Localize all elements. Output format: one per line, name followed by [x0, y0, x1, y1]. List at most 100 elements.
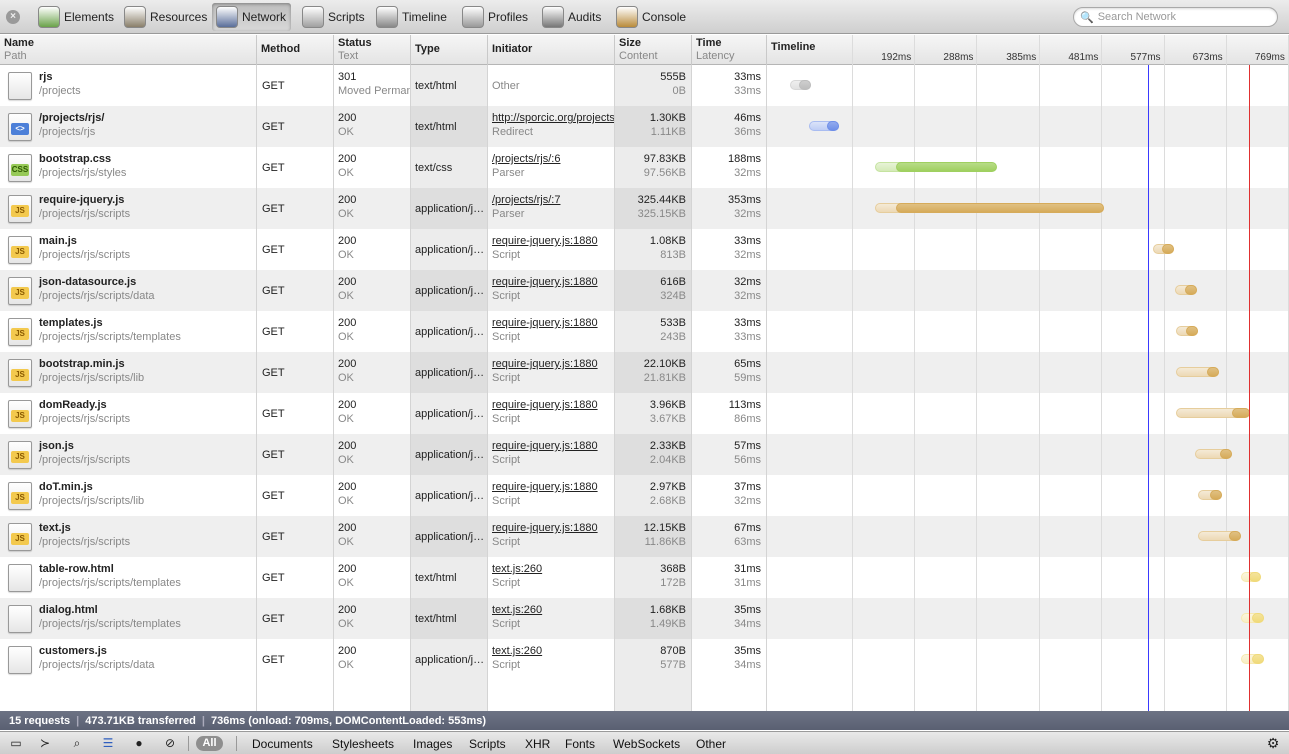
filter-all-button[interactable]: All: [196, 736, 223, 751]
initiator-link[interactable]: require-jquery.js:1880: [488, 516, 614, 535]
request-row[interactable]: JS domReady.js/projects/rjs/scripts GET 200…: [0, 393, 1289, 434]
cell-name: JS text.js/projects/rjs/scripts: [0, 516, 257, 557]
initiator-link[interactable]: /projects/rjs/:6: [488, 147, 614, 166]
tab-console[interactable]: Console: [612, 3, 691, 31]
status-text: OK: [338, 208, 354, 220]
column-header-timeline[interactable]: Timeline: [767, 35, 1289, 65]
status-text: OK: [338, 167, 354, 179]
request-row[interactable]: CSS bootstrap.css/projects/rjs/styles GET 2…: [0, 147, 1289, 188]
initiator-link[interactable]: require-jquery.js:1880: [488, 393, 614, 412]
request-row[interactable]: JS json-datasource.js/projects/rjs/script…: [0, 270, 1289, 311]
cell-size: 870B 577B: [615, 639, 692, 680]
clear-icon[interactable]: ⊘: [162, 736, 178, 751]
tab-audits[interactable]: Audits: [538, 3, 606, 31]
cell-status: 200 OK: [334, 311, 411, 352]
request-path: /projects/rjs/scripts/templates: [39, 331, 181, 343]
column-header-initiator[interactable]: Initiator: [488, 35, 615, 65]
initiator-link[interactable]: text.js:260: [488, 557, 614, 576]
request-row[interactable]: JS require-jquery.js/projects/rjs/scripts…: [0, 188, 1289, 229]
filter-documents[interactable]: Documents: [252, 735, 313, 752]
status-code: 200: [338, 235, 357, 247]
request-row[interactable]: JS templates.js/projects/rjs/scripts/temp…: [0, 311, 1289, 352]
column-header-type[interactable]: Type: [411, 35, 488, 65]
mime-type: application/javascript: [415, 367, 485, 379]
initiator-link[interactable]: /projects/rjs/:7: [488, 188, 614, 207]
request-name: /projects/rjs/: [39, 112, 105, 124]
request-row[interactable]: JS doT.min.js/projects/rjs/scripts/lib GET…: [0, 475, 1289, 516]
search-input[interactable]: [1097, 11, 1268, 23]
tab-timeline[interactable]: Timeline: [372, 3, 452, 31]
console-drawer-icon[interactable]: ≻: [37, 736, 53, 751]
search-box[interactable]: 🔍: [1073, 7, 1278, 27]
record-icon[interactable]: ●: [131, 736, 147, 751]
initiator-link[interactable]: require-jquery.js:1880: [488, 229, 614, 248]
content-size: 324B: [660, 290, 686, 302]
tab-scripts[interactable]: Scripts: [298, 3, 370, 31]
filter-fonts[interactable]: Fonts: [565, 735, 595, 752]
tab-label: Console: [642, 10, 687, 24]
request-row[interactable]: table-row.html/projects/rjs/scripts/temp…: [0, 557, 1289, 598]
request-row[interactable]: JS bootstrap.min.js/projects/rjs/scripts/…: [0, 352, 1289, 393]
mime-type: text/html: [415, 613, 457, 625]
cell-initiator: /projects/rjs/:6 Parser: [488, 147, 615, 188]
column-content-label: Content: [619, 50, 658, 62]
initiator-link[interactable]: require-jquery.js:1880: [488, 270, 614, 289]
status-code: 200: [338, 440, 357, 452]
request-row[interactable]: <> /projects/rjs/ /projects/rjs GET 200 OK tex…: [0, 106, 1289, 147]
mime-type: application/javascript: [415, 203, 485, 215]
initiator-link[interactable]: http://sporcic.org/projects/: [488, 106, 614, 125]
column-filler: [257, 680, 334, 711]
request-path: /projects/rjs/scripts: [39, 208, 131, 220]
status-text: Moved Permanently: [338, 85, 410, 97]
filter-stylesheets[interactable]: Stylesheets: [332, 735, 394, 752]
cell-method: GET: [257, 434, 334, 475]
cell-timeline: [767, 352, 1289, 393]
column-header-status[interactable]: Status Text: [334, 35, 411, 65]
initiator-link[interactable]: require-jquery.js:1880: [488, 434, 614, 453]
filter-xhr[interactable]: XHR: [525, 735, 550, 752]
cell-type: text/html: [411, 598, 488, 639]
mime-type: application/javascript: [415, 654, 485, 666]
initiator-link[interactable]: require-jquery.js:1880: [488, 475, 614, 494]
request-method: GET: [262, 490, 285, 502]
column-header-time[interactable]: Time Latency: [692, 35, 767, 65]
column-header-size[interactable]: Size Content: [615, 35, 692, 65]
file-icon: [8, 646, 32, 674]
js-file-icon: JS: [8, 482, 32, 510]
request-path: /projects: [39, 85, 81, 97]
total-time: 113ms: [728, 399, 761, 411]
filter-websockets[interactable]: WebSockets: [613, 735, 680, 752]
initiator-link[interactable]: text.js:260: [488, 639, 614, 658]
list-view-icon[interactable]: ☰: [100, 736, 116, 751]
elements-icon: [38, 6, 60, 28]
column-header-name[interactable]: Name Path: [0, 35, 257, 65]
request-path: /projects/rjs/scripts/lib: [39, 372, 145, 384]
search-icon[interactable]: ⌕: [69, 736, 85, 751]
dock-icon[interactable]: ▭: [8, 736, 24, 751]
gear-icon[interactable]: ⚙: [1265, 736, 1281, 751]
cell-status: 200 OK: [334, 557, 411, 598]
tab-profiles[interactable]: Profiles: [458, 3, 533, 31]
cell-size: 368B 172B: [615, 557, 692, 598]
request-row[interactable]: JS json.js/projects/rjs/scripts GET 200 OK ap…: [0, 434, 1289, 475]
request-row[interactable]: customers.js/projects/rjs/scripts/data GE…: [0, 639, 1289, 680]
initiator-link[interactable]: require-jquery.js:1880: [488, 311, 614, 330]
js-file-icon: JS: [8, 318, 32, 346]
initiator-link[interactable]: require-jquery.js:1880: [488, 352, 614, 371]
close-icon[interactable]: ×: [6, 10, 20, 24]
request-row[interactable]: JS main.js/projects/rjs/scripts GET 200 OK ap…: [0, 229, 1289, 270]
initiator-link[interactable]: text.js:260: [488, 598, 614, 617]
filter-scripts[interactable]: Scripts: [469, 735, 506, 752]
column-header-method[interactable]: Method: [257, 35, 334, 65]
filter-images[interactable]: Images: [413, 735, 452, 752]
request-row[interactable]: dialog.html/projects/rjs/scripts/templat…: [0, 598, 1289, 639]
tab-network[interactable]: Network: [212, 3, 292, 31]
request-row[interactable]: rjs/projects GET 301 Moved Permanently text/…: [0, 65, 1289, 106]
request-row[interactable]: JS text.js/projects/rjs/scripts GET 200 OK ap…: [0, 516, 1289, 557]
tab-elements[interactable]: Elements: [34, 3, 119, 31]
cell-method: GET: [257, 188, 334, 229]
tab-resources[interactable]: Resources: [120, 3, 212, 31]
cell-initiator: require-jquery.js:1880 Script: [488, 270, 615, 311]
filter-other[interactable]: Other: [696, 735, 726, 752]
column-path-label: Path: [4, 50, 27, 62]
